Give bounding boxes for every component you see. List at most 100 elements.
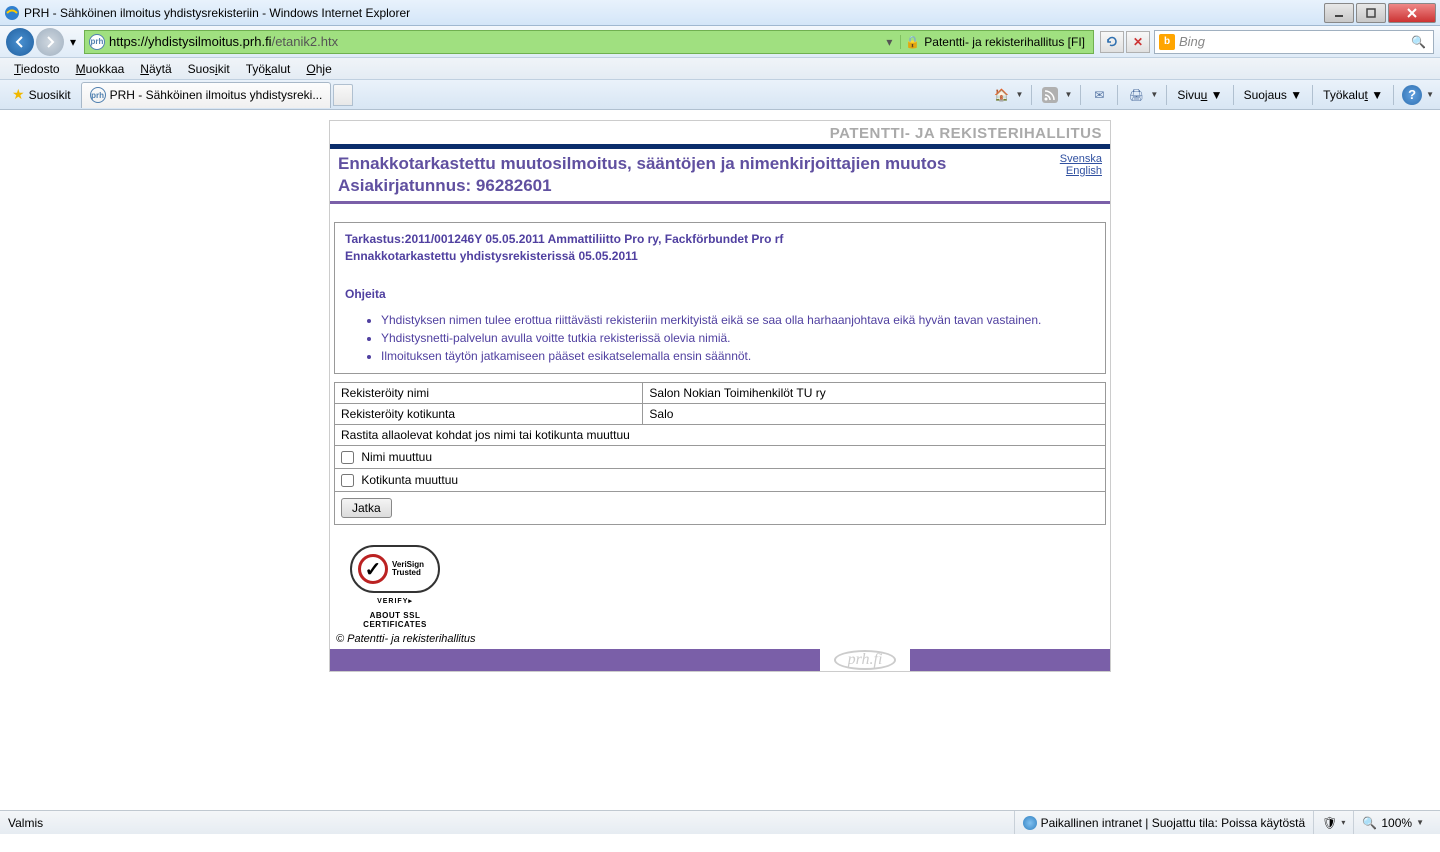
browser-tab[interactable]: prh PRH - Sähköinen ilmoitus yhdistysrek… — [81, 82, 332, 108]
footer-bar: prh.fi — [330, 649, 1110, 671]
checkbox-label-name: Nimi muuttuu — [361, 450, 432, 464]
help-dropdown-icon[interactable]: ▼ — [1426, 90, 1434, 99]
tools-menu[interactable]: Työkalut ▼ — [1321, 88, 1385, 102]
refresh-button[interactable] — [1100, 31, 1124, 53]
table-row: Kotikunta muuttuu — [335, 469, 1106, 492]
content-area: PATENTTI- JA REKISTERIHALLITUS Ennakkota… — [0, 110, 1440, 810]
maximize-button[interactable] — [1356, 3, 1386, 23]
security-zone[interactable]: Paikallinen intranet | Suojattu tila: Po… — [1014, 811, 1314, 834]
lang-link-svenska[interactable]: Svenska — [1060, 153, 1102, 165]
url-dropdown-icon[interactable]: ▾ — [886, 35, 900, 49]
title-section: Ennakkotarkastettu muutosilmoitus, säänt… — [330, 149, 1110, 204]
security-text: Patentti- ja rekisterihallitus [FI] — [924, 35, 1085, 49]
address-bar[interactable]: prh https://yhdistysilmoitus.prh.fi/etan… — [84, 30, 1094, 54]
page-title-line2: Asiakirjatunnus: 96282601 — [338, 175, 1060, 197]
window-controls — [1324, 3, 1436, 23]
table-row: Rastita allaolevat kohdat jos nimi tai k… — [335, 424, 1106, 445]
footer-section: ✓ VeriSign Trusted VERIFY▸ ABOUT SSL CER… — [330, 525, 1110, 629]
checkmark-icon: ✓ — [358, 554, 388, 584]
print-icon[interactable]: 🖨 — [1126, 85, 1146, 105]
forward-button[interactable] — [36, 28, 64, 56]
safety-menu[interactable]: Suojaus ▼ — [1242, 88, 1305, 102]
zone-text: Paikallinen intranet | Suojattu tila: Po… — [1041, 816, 1306, 830]
continue-button[interactable]: Jatka — [341, 498, 392, 518]
zoom-icon: 🔍 — [1362, 816, 1377, 830]
feeds-icon[interactable] — [1040, 85, 1060, 105]
verisign-about: ABOUT SSL CERTIFICATES — [340, 611, 450, 629]
home-icon[interactable]: 🏠 — [992, 85, 1012, 105]
globe-icon — [1023, 816, 1037, 830]
brand-header: PATENTTI- JA REKISTERIHALLITUS — [330, 121, 1110, 144]
new-tab-button[interactable] — [333, 84, 353, 106]
separator — [1312, 85, 1313, 105]
info-line1: Tarkastus:2011/001246Y 05.05.2011 Ammatt… — [345, 231, 1095, 248]
window-title: PRH - Sähköinen ilmoitus yhdistysrekiste… — [24, 6, 1324, 20]
info-bullet-2: Yhdistysnetti-palvelun avulla voitte tut… — [381, 329, 1095, 347]
label-registered-home: Rekisteröity kotikunta — [335, 403, 643, 424]
separator — [1080, 85, 1081, 105]
url-text: https://yhdistysilmoitus.prh.fi/etanik2.… — [109, 34, 886, 49]
copyright-text: © Patentti- ja rekisterihallitus — [330, 629, 1110, 649]
favorites-label: Suosikit — [29, 88, 71, 102]
zoom-value: 100% — [1381, 816, 1412, 830]
tab-title: PRH - Sähköinen ilmoitus yhdistysreki... — [110, 88, 323, 102]
checkbox-name-changes[interactable] — [341, 451, 354, 464]
menu-help[interactable]: Ohje — [298, 60, 339, 78]
table-row: Rekisteröity kotikunta Salo — [335, 403, 1106, 424]
info-box: Tarkastus:2011/001246Y 05.05.2011 Ammatt… — [334, 222, 1106, 374]
zoom-control[interactable]: 🔍 100% ▼ — [1353, 811, 1432, 834]
info-bullet-1: Yhdistyksen nimen tulee erottua riittävä… — [381, 311, 1095, 329]
stop-button[interactable]: ✕ — [1126, 31, 1150, 53]
table-row: Rekisteröity nimi Salon Nokian Toimihenk… — [335, 382, 1106, 403]
menu-bar: Tiedosto Muokkaa Näytä Suosikit Työkalut… — [0, 58, 1440, 80]
prh-logo: prh.fi — [834, 650, 897, 670]
menu-view[interactable]: Näytä — [132, 60, 179, 78]
table-row: Nimi muuttuu — [335, 445, 1106, 468]
search-button-icon[interactable]: 🔍 — [1411, 35, 1429, 49]
checkbox-label-home: Kotikunta muuttuu — [361, 473, 458, 487]
minimize-button[interactable] — [1324, 3, 1354, 23]
checkbox-home-changes[interactable] — [341, 474, 354, 487]
value-registered-name: Salon Nokian Toimihenkilöt TU ry — [643, 382, 1106, 403]
lock-icon: 🔒 — [905, 35, 920, 49]
menu-edit[interactable]: Muokkaa — [68, 60, 133, 78]
search-bar[interactable]: b Bing 🔍 — [1154, 30, 1434, 54]
bing-icon: b — [1159, 34, 1175, 50]
page-title-line1: Ennakkotarkastettu muutosilmoitus, säänt… — [338, 153, 1060, 175]
instruction-row: Rastita allaolevat kohdat jos nimi tai k… — [335, 424, 1106, 445]
help-icon[interactable]: ? — [1402, 85, 1422, 105]
page-content: PATENTTI- JA REKISTERIHALLITUS Ennakkota… — [329, 120, 1111, 810]
menu-favorites[interactable]: Suosikit — [180, 60, 238, 78]
status-bar: Valmis Paikallinen intranet | Suojattu t… — [0, 810, 1440, 834]
menu-file[interactable]: Tiedosto — [6, 60, 68, 78]
info-heading: Ohjeita — [345, 287, 1095, 301]
mail-icon[interactable]: ✉ — [1089, 85, 1109, 105]
favorites-button[interactable]: ★ Suosikit — [6, 84, 77, 105]
protected-mode-toggle[interactable]: 🛡 ▾ — [1313, 811, 1353, 834]
separator — [1117, 85, 1118, 105]
tab-favicon-icon: prh — [90, 87, 106, 103]
separator — [1166, 85, 1167, 105]
button-row: Jatka — [334, 492, 1106, 525]
navigation-bar: ▾ prh https://yhdistysilmoitus.prh.fi/et… — [0, 26, 1440, 58]
feeds-dropdown-icon[interactable]: ▼ — [1064, 90, 1072, 99]
separator — [1031, 85, 1032, 105]
verisign-verify: VERIFY▸ — [340, 597, 450, 605]
print-dropdown-icon[interactable]: ▼ — [1150, 90, 1158, 99]
security-indicator[interactable]: 🔒 Patentti- ja rekisterihallitus [FI] — [900, 35, 1089, 49]
back-button[interactable] — [6, 28, 34, 56]
star-icon: ★ — [12, 86, 25, 103]
menu-tools[interactable]: Työkalut — [238, 60, 299, 78]
toolbar: ★ Suosikit prh PRH - Sähköinen ilmoitus … — [0, 80, 1440, 110]
nav-history-dropdown[interactable]: ▾ — [66, 30, 80, 54]
label-registered-name: Rekisteröity nimi — [335, 382, 643, 403]
close-button[interactable] — [1388, 3, 1436, 23]
status-text: Valmis — [8, 816, 1014, 830]
language-links: Svenska English — [1060, 153, 1102, 197]
page-menu[interactable]: Sivuu ▼ — [1175, 88, 1224, 102]
separator — [1233, 85, 1234, 105]
home-dropdown-icon[interactable]: ▼ — [1016, 90, 1024, 99]
info-list: Yhdistyksen nimen tulee erottua riittävä… — [381, 311, 1095, 365]
verisign-seal[interactable]: ✓ VeriSign Trusted VERIFY▸ ABOUT SSL CER… — [340, 545, 450, 629]
lang-link-english[interactable]: English — [1060, 165, 1102, 177]
